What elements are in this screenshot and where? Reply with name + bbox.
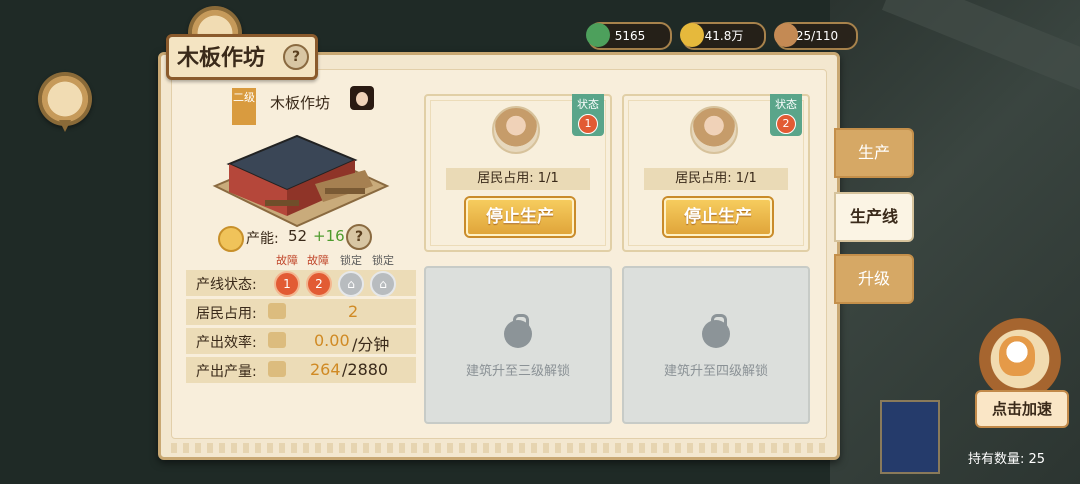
locked-line-card-4[interactable]: 建筑升至四级解锁 — [622, 266, 810, 424]
output-value: 264 — [310, 360, 341, 379]
page-title: 木板作坊 — [177, 46, 266, 71]
line-status-row: 产线状态: 1 2 ⌂ ⌂ — [186, 270, 416, 297]
occupancy-text: 居民占用: 1/1 — [644, 168, 788, 190]
state-number: 2 — [776, 114, 796, 134]
line-2-fault-badge[interactable]: 2 — [306, 271, 332, 297]
manager-avatar[interactable] — [350, 86, 374, 110]
line-4-status-tag: 锁定 — [372, 254, 394, 267]
workshop-building-image — [212, 134, 390, 228]
efficiency-label: 产出效率: — [196, 335, 257, 351]
production-line-card-1: 状态 1 居民占用: 1/1 停止生产 — [424, 94, 612, 252]
state-tag: 状态 1 — [572, 94, 604, 136]
production-line-card-2: 状态 2 居民占用: 1/1 停止生产 — [622, 94, 810, 252]
stop-production-button[interactable]: 停止生产 — [664, 198, 772, 236]
holding-value: 25 — [1028, 452, 1046, 467]
capacity-label: 产能: — [246, 231, 279, 247]
unlock-requirement-text: 建筑升至四级解锁 — [663, 364, 768, 379]
speed-up-button[interactable]: 点击加速 — [975, 390, 1069, 428]
state-tag: 状态 2 — [770, 94, 802, 136]
resource-population-value: 25/110 — [795, 29, 839, 43]
efficiency-value: 0.00 — [314, 331, 350, 350]
occupancy-text: 居民占用: 1/1 — [446, 168, 590, 190]
worker-portrait-icon — [492, 106, 540, 154]
line-1-fault-badge[interactable]: 1 — [274, 271, 300, 297]
state-label: 状态 — [775, 98, 797, 111]
unlock-requirement-text: 建筑升至三级解锁 — [465, 364, 570, 379]
efficiency-row: 产出效率: 0.00 /分钟 — [186, 328, 416, 354]
holding-label: 持有数量: — [968, 452, 1025, 467]
line-2-status-tag: 故障 — [307, 254, 329, 267]
capacity-help-icon[interactable]: ? — [346, 224, 372, 250]
map-pin-bread-icon[interactable] — [38, 72, 92, 132]
stop-production-button[interactable]: 停止生产 — [466, 198, 574, 236]
capacity-icon — [218, 226, 244, 252]
plank-stack-icon — [268, 361, 286, 377]
lock-icon — [702, 314, 730, 348]
speed-up-widget[interactable]: 点击加速 — [975, 318, 1069, 428]
output-row: 产出产量: 264 /2880 — [186, 357, 416, 383]
lock-icon — [504, 314, 532, 348]
panel-border-pattern — [171, 443, 827, 453]
efficiency-unit: /分钟 — [352, 335, 390, 354]
output-label: 产出产量: — [196, 364, 257, 380]
population-icon — [774, 23, 798, 47]
jade-coin-icon — [586, 23, 610, 47]
state-label: 状态 — [577, 98, 599, 111]
tab-production[interactable]: 生产 — [834, 128, 914, 178]
resource-jade[interactable]: 5165 — [586, 22, 672, 50]
worker-portrait-icon — [690, 106, 738, 154]
capacity-row: 产能: 52 +16 ? — [218, 224, 378, 252]
banner-flag — [880, 400, 940, 474]
help-icon[interactable]: ? — [283, 44, 309, 70]
locked-line-card-3[interactable]: 建筑升至三级解锁 — [424, 266, 612, 424]
gold-coin-icon — [680, 23, 704, 47]
tab-upgrade[interactable]: 升级 — [834, 254, 914, 304]
plank-icon — [268, 332, 286, 348]
state-number: 1 — [578, 114, 598, 134]
residents-label: 居民占用: — [196, 306, 257, 322]
line-3-status-tag: 锁定 — [340, 254, 362, 267]
resource-population[interactable]: 25/110 — [774, 22, 858, 50]
resource-jade-value: 5165 — [614, 29, 646, 43]
line-4-lock-icon: ⌂ — [370, 271, 396, 297]
title-tab: 木板作坊 ? — [166, 34, 318, 80]
capacity-bonus: +16 — [313, 227, 345, 245]
resident-icon — [268, 303, 286, 319]
line-status-label: 产线状态: — [196, 277, 257, 293]
line-1-status-tag: 故障 — [276, 254, 298, 267]
residents-row: 居民占用: 2 — [186, 299, 416, 325]
output-max: /2880 — [342, 360, 389, 379]
cat-icon — [999, 336, 1035, 376]
line-3-lock-icon: ⌂ — [338, 271, 364, 297]
tab-production-line[interactable]: 生产线 — [834, 192, 914, 242]
resource-gold[interactable]: 41.8万 — [680, 22, 766, 50]
holding-count: 持有数量: 25 — [968, 448, 1045, 467]
resource-gold-value: 41.8万 — [704, 29, 744, 43]
residents-value: 2 — [348, 302, 359, 321]
capacity-value: 52 — [288, 227, 308, 245]
